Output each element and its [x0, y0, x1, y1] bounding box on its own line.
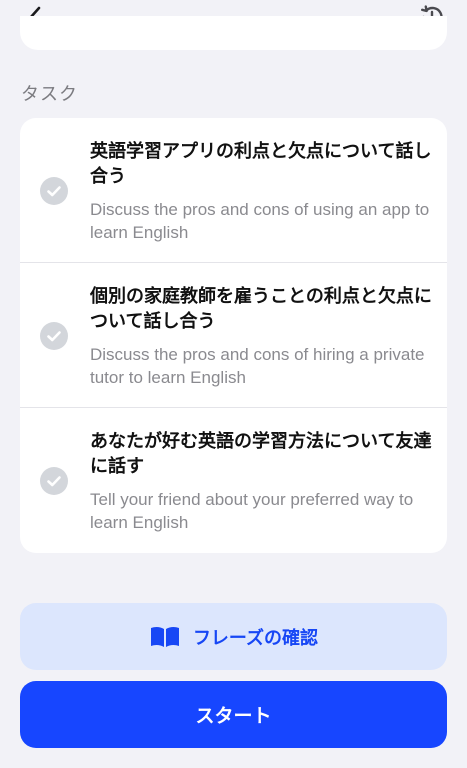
start-label: スタート [195, 705, 272, 727]
checkmark-icon [47, 186, 61, 197]
task-title: 英語学習アプリの利点と欠点について話し合う [90, 141, 432, 187]
header-card [20, 16, 447, 50]
checkmark-icon [47, 476, 61, 487]
task-item[interactable]: あなたが好む英語の学習方法について友達に話す Tell your friend … [20, 408, 447, 553]
task-list: 英語学習アプリの利点と欠点について話し合う Discuss the pros a… [20, 118, 447, 553]
phrase-check-button[interactable]: フレーズの確認 [20, 603, 447, 670]
check-circle [40, 467, 68, 495]
book-icon [150, 626, 179, 647]
task-subtitle: Discuss the pros and cons of hiring a pr… [90, 345, 425, 387]
task-subtitle: Discuss the pros and cons of using an ap… [90, 200, 430, 242]
start-button[interactable]: スタート [20, 681, 447, 748]
task-title: 個別の家庭教師を雇うことの利点と欠点について話し合う [90, 286, 432, 332]
task-item[interactable]: 個別の家庭教師を雇うことの利点と欠点について話し合う Discuss the p… [20, 263, 447, 408]
task-subtitle: Tell your friend about your preferred wa… [90, 490, 414, 532]
section-label: タスク [21, 84, 78, 105]
task-title: あなたが好む英語の学習方法について友達に話す [90, 431, 432, 477]
check-circle [40, 322, 68, 350]
phrase-check-label: フレーズの確認 [192, 627, 319, 649]
check-circle [40, 177, 68, 205]
checkmark-icon [47, 331, 61, 342]
task-item[interactable]: 英語学習アプリの利点と欠点について話し合う Discuss the pros a… [20, 118, 447, 263]
